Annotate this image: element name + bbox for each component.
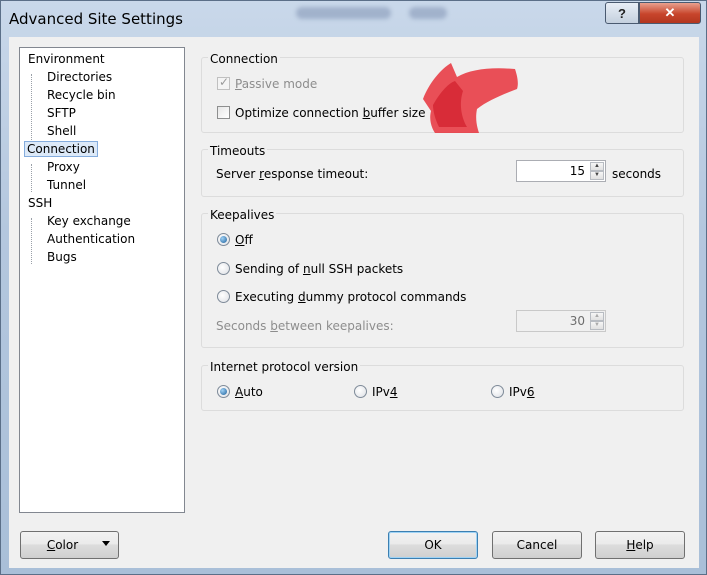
- timeouts-group-title: Timeouts: [208, 144, 268, 158]
- optimize-buffer-checkbox[interactable]: [217, 106, 230, 119]
- spinner-down-icon[interactable]: ▼: [590, 321, 604, 330]
- keepalive-null-packets-radio[interactable]: [217, 262, 230, 275]
- keepalives-group: Keepalives Off Sending of null SSH packe…: [201, 208, 684, 348]
- ipv4-label[interactable]: IPv4: [372, 385, 398, 399]
- ip-auto-radio[interactable]: [217, 385, 230, 398]
- timeouts-group: Timeouts Server response timeout: 15 ▲ ▼…: [201, 144, 684, 197]
- keepalive-dummy-commands-radio[interactable]: [217, 290, 230, 303]
- title-bar[interactable]: Advanced Site Settings ? ✕: [1, 1, 707, 37]
- ip-version-group-title: Internet protocol version: [208, 360, 361, 374]
- ipv6-label[interactable]: IPv6: [509, 385, 535, 399]
- radio-selected-dot: [220, 388, 227, 395]
- tree-item-recycle-bin[interactable]: Recycle bin: [45, 87, 118, 103]
- tree-item-tunnel[interactable]: Tunnel: [45, 177, 88, 193]
- keepalive-off-radio[interactable]: [217, 233, 230, 246]
- radio-selected-dot: [220, 236, 227, 243]
- keepalive-seconds-label: Seconds between keepalives:: [216, 319, 394, 333]
- connection-group-title: Connection: [208, 52, 280, 66]
- titlebar-help-button[interactable]: ?: [605, 2, 639, 24]
- keepalives-group-title: Keepalives: [208, 208, 277, 222]
- response-timeout-spinner[interactable]: 15 ▲ ▼: [516, 160, 606, 182]
- tree-item-connection[interactable]: Connection: [24, 141, 98, 157]
- passive-mode-checkbox[interactable]: ✓: [217, 75, 230, 90]
- checkmark-icon: ✓: [219, 75, 230, 89]
- blurred-background-text: [296, 7, 391, 19]
- tree-item-directories[interactable]: Directories: [45, 69, 114, 85]
- spinner-buttons: ▲ ▼: [590, 312, 604, 330]
- keepalive-null-packets-label[interactable]: Sending of null SSH packets: [235, 262, 403, 276]
- tree-item-bugs[interactable]: Bugs: [45, 249, 79, 265]
- blurred-background-text: [409, 7, 447, 19]
- color-button-label: Color: [46, 538, 79, 552]
- ip-version-group: Internet protocol version Auto IPv4 IPv6: [201, 360, 684, 411]
- tree-item-shell[interactable]: Shell: [45, 123, 78, 139]
- timeout-unit-label: seconds: [612, 167, 662, 181]
- tree-item-proxy[interactable]: Proxy: [45, 159, 82, 175]
- response-timeout-value: 15: [569, 164, 585, 178]
- keepalive-dummy-commands-label[interactable]: Executing dummy protocol commands: [235, 290, 466, 304]
- passive-mode-label: Passive mode: [235, 77, 318, 91]
- ipv4-radio[interactable]: [354, 385, 367, 398]
- keepalive-seconds-value: 30: [569, 314, 585, 328]
- spinner-buttons: ▲ ▼: [590, 162, 604, 180]
- keepalive-seconds-spinner[interactable]: 30 ▲ ▼: [516, 310, 606, 332]
- tree-item-key-exchange[interactable]: Key exchange: [45, 213, 133, 229]
- dialog-window: Advanced Site Settings ? ✕ Environment D…: [0, 0, 707, 575]
- tree-item-authentication[interactable]: Authentication: [45, 231, 137, 247]
- ip-auto-label[interactable]: Auto: [235, 385, 263, 399]
- tree-connector: [31, 218, 32, 264]
- spinner-up-icon[interactable]: ▲: [590, 162, 604, 171]
- dropdown-arrow-icon: [102, 541, 110, 546]
- ipv6-radio[interactable]: [491, 385, 504, 398]
- help-button[interactable]: Help: [595, 531, 685, 559]
- optimize-buffer-label[interactable]: Optimize connection buffer size: [235, 106, 425, 120]
- close-icon: ✕: [664, 5, 676, 20]
- color-dropdown-button[interactable]: Color: [20, 531, 119, 559]
- window-title: Advanced Site Settings: [9, 10, 183, 28]
- help-icon: ?: [618, 5, 626, 21]
- keepalive-off-label[interactable]: Off: [235, 233, 253, 247]
- help-button-label: Help: [626, 538, 654, 552]
- tree-item-ssh[interactable]: SSH: [26, 195, 54, 211]
- spinner-down-icon[interactable]: ▼: [590, 171, 604, 180]
- titlebar-close-button[interactable]: ✕: [639, 2, 701, 24]
- cancel-button[interactable]: Cancel: [492, 531, 582, 559]
- response-timeout-label: Server response timeout:: [216, 167, 369, 181]
- red-annotation-arrow-icon: [423, 63, 518, 133]
- ok-button[interactable]: OK: [388, 531, 478, 559]
- tree-connector: [31, 164, 32, 192]
- dialog-body: Environment Directories Recycle bin SFTP…: [9, 37, 699, 568]
- spinner-up-icon[interactable]: ▲: [590, 312, 604, 321]
- settings-tree[interactable]: Environment Directories Recycle bin SFTP…: [19, 47, 185, 513]
- tree-item-sftp[interactable]: SFTP: [45, 105, 78, 121]
- tree-item-environment[interactable]: Environment: [26, 51, 107, 67]
